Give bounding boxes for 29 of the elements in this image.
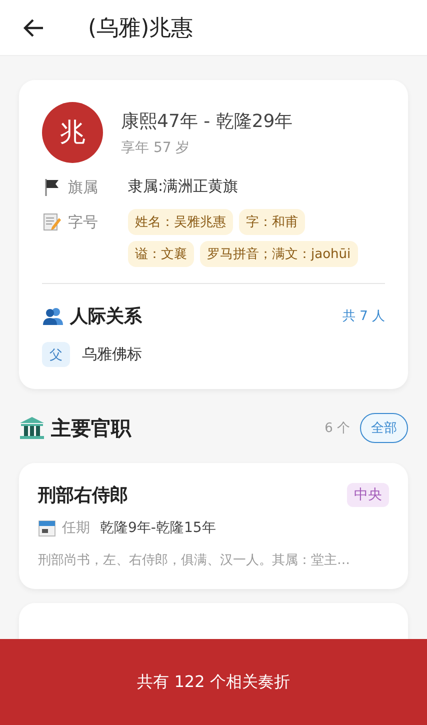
- field-value: 隶属:满洲正黄旗: [128, 177, 238, 196]
- life-years: 康熙47年 - 乾隆29年: [121, 110, 293, 132]
- age-text: 享年 57 岁: [121, 138, 191, 156]
- name-tag: 姓名：吴雅兆惠: [128, 209, 233, 235]
- memo-icon: [42, 212, 62, 232]
- relation-count: 共 7 人: [342, 308, 385, 325]
- relation-name[interactable]: 乌雅佛标: [82, 345, 142, 364]
- office-description: 刑部尚书，左、右侍郎，俱满、汉一人。其属：堂主…: [38, 552, 351, 569]
- field-label: 旗属: [68, 178, 98, 196]
- field-label: 字号: [68, 212, 98, 232]
- people-icon: [42, 306, 64, 326]
- building-icon: [19, 416, 45, 440]
- bottom-bar[interactable]: 共有 122 个相关奏折: [0, 639, 427, 725]
- scope-tag: 中央: [347, 483, 389, 507]
- name-tag: 字：和甫: [239, 209, 305, 235]
- all-button[interactable]: 全部: [360, 413, 408, 443]
- relation-tag: 父: [42, 342, 70, 367]
- memorial-count: 共有 122 个相关奏折: [137, 672, 290, 692]
- section-title: 主要官职: [51, 414, 131, 442]
- term-text: 乾隆9年-乾隆15年: [100, 519, 216, 537]
- term-label: 任期: [62, 519, 90, 537]
- name-tag: 谥：文襄: [128, 241, 194, 267]
- page-title: (乌雅)兆惠: [88, 14, 194, 42]
- avatar: 兆: [42, 102, 103, 163]
- name-tag: 罗马拼音；满文：jaohūi: [200, 241, 358, 267]
- office-count: 6 个: [324, 420, 350, 437]
- calendar-icon: [38, 519, 56, 537]
- section-title: 人际关系: [70, 305, 142, 328]
- office-title: 刑部右侍郎: [38, 484, 128, 507]
